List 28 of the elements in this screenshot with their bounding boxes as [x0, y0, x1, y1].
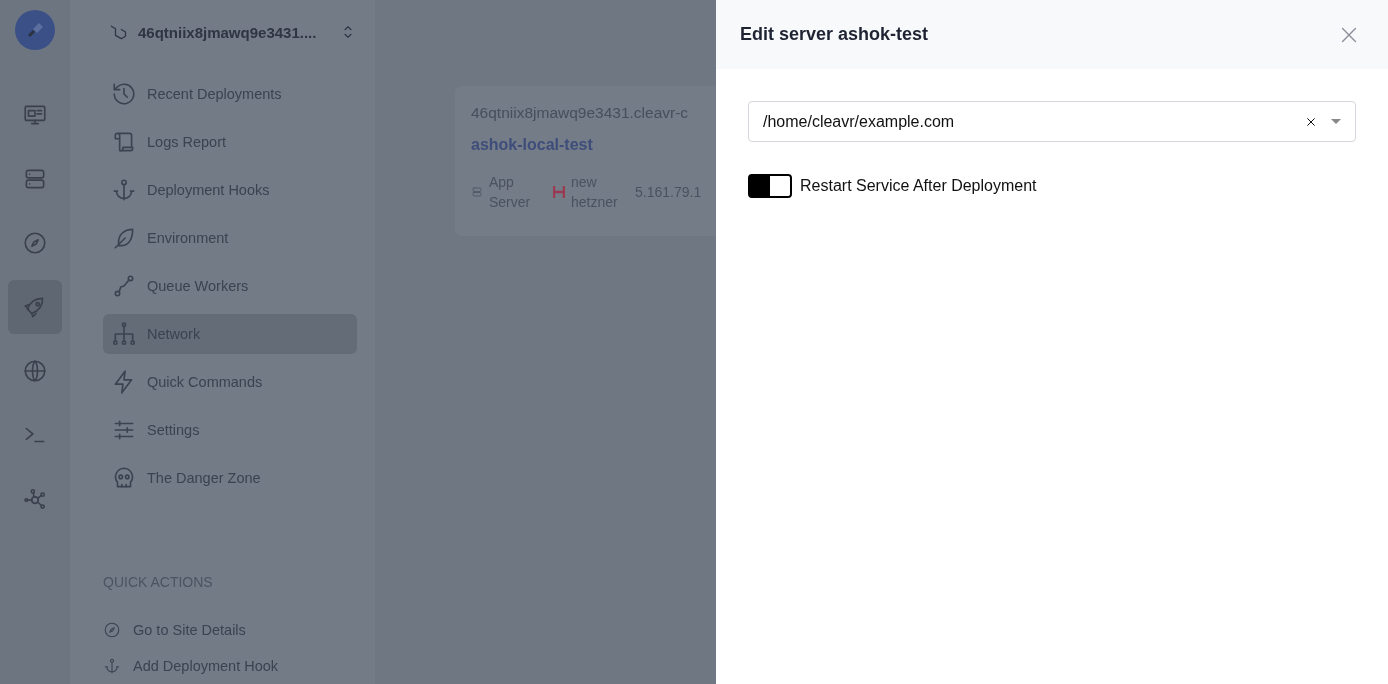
compass-icon	[103, 621, 121, 639]
sidebar-item[interactable]: Deployment Hooks	[103, 170, 357, 210]
sidebar-item[interactable]: Queue Workers	[103, 266, 357, 306]
hierarchy-icon	[111, 321, 137, 347]
toggle-label: Restart Service After Deployment	[800, 177, 1037, 195]
drawer-title: Edit server ashok-test	[740, 24, 929, 45]
history-icon	[111, 81, 137, 107]
toggle-switch[interactable]	[748, 174, 792, 198]
nodes-icon	[22, 486, 48, 512]
quick-action-link[interactable]: Go to Site Details	[103, 612, 357, 648]
sidebar-item[interactable]: Recent Deployments	[103, 74, 357, 114]
hetzner-icon	[553, 185, 565, 199]
sidebar-item[interactable]: Environment	[103, 218, 357, 258]
anchor-icon	[111, 177, 137, 203]
path-select[interactable]: /home/cleavr/example.com	[748, 101, 1356, 142]
compass-icon	[22, 230, 48, 256]
anchor-icon	[103, 657, 121, 675]
app-logo[interactable]	[15, 10, 55, 50]
server-icon	[471, 186, 483, 198]
quick-action-link[interactable]: Add Deployment Hook	[103, 648, 357, 684]
sidebar-item[interactable]: The Danger Zone	[103, 458, 357, 498]
caret-icon	[1331, 119, 1341, 124]
sidebar-item[interactable]: Settings	[103, 410, 357, 450]
globe-icon	[22, 358, 48, 384]
site-selector[interactable]: 46qtniix8jmawq9e3431....	[108, 22, 357, 42]
sidebar-item[interactable]: Quick Commands	[103, 362, 357, 402]
rail-nav-button[interactable]	[8, 280, 62, 334]
sidebar-item[interactable]: Logs Report	[103, 122, 357, 162]
